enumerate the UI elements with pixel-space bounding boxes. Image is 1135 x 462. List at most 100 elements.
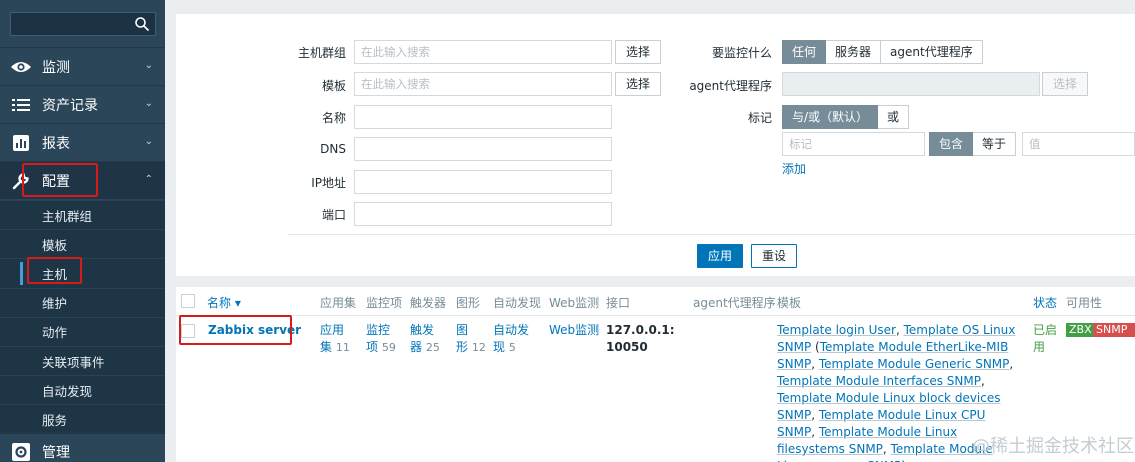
tag-operator-segmented: 包含 等于 <box>929 132 1017 156</box>
nav-administration-label: 管理 <box>42 444 70 461</box>
proxy-label: agent代理程序 <box>689 79 772 93</box>
highlight-box-hosts <box>27 257 82 284</box>
submenu-discovery[interactable]: 自动发现 <box>0 375 165 404</box>
nav-administration[interactable]: 管理 <box>0 432 165 462</box>
monitored-by-segmented: 任何 服务器 agent代理程序 <box>782 40 983 64</box>
select-all-checkbox[interactable] <box>181 294 195 308</box>
port-label: 端口 <box>321 208 346 222</box>
applications-link[interactable]: 应用 集 11 <box>320 322 350 356</box>
column-header-interface: 接口 <box>606 296 631 310</box>
chevron-down-icon: ⌄ <box>144 136 153 147</box>
items-link[interactable]: 监控 项 59 <box>366 322 396 356</box>
submenu-services[interactable]: 服务 <box>0 404 165 433</box>
name-input[interactable] <box>354 105 612 129</box>
graphs-count: 12 <box>471 341 486 354</box>
tags-label: 标记 <box>747 111 772 125</box>
availability-zbx-badge: ZBX <box>1066 323 1095 337</box>
list-icon <box>10 94 32 116</box>
submenu-host-groups[interactable]: 主机群组 <box>0 200 165 229</box>
search-icon[interactable] <box>134 16 150 32</box>
items-count: 59 <box>381 341 396 354</box>
dns-label: DNS <box>320 142 346 156</box>
applications-count: 11 <box>335 341 350 354</box>
gear-icon <box>10 441 32 462</box>
reset-button[interactable]: 重设 <box>751 244 797 268</box>
ip-input[interactable] <box>354 170 612 194</box>
column-header-name[interactable]: 名称 ▾ <box>207 294 241 311</box>
column-header-status[interactable]: 状态 <box>1033 294 1057 311</box>
tag-name-input[interactable]: 标记 <box>782 132 925 156</box>
graphs-link[interactable]: 图 形 12 <box>456 322 486 356</box>
tags-mode-segmented: 与/或（默认） 或 <box>782 105 910 129</box>
proxy-select-button[interactable]: 选择 <box>1042 72 1088 96</box>
ip-label: IP地址 <box>311 176 346 190</box>
interface-value: 127.0.0.1: 10050 <box>606 323 675 354</box>
highlight-box-configuration <box>22 163 98 197</box>
column-header-templates: 模板 <box>777 296 802 310</box>
tag-operator-equals[interactable]: 等于 <box>973 132 1017 156</box>
eye-icon <box>10 56 32 78</box>
monitored-by-any[interactable]: 任何 <box>782 40 827 64</box>
nav-monitoring[interactable]: 监测 ⌄ <box>0 47 165 85</box>
column-header-applications: 应用集 <box>320 296 357 310</box>
monitored-by-label: 要监控什么 <box>711 46 772 60</box>
nav-inventory-label: 资产记录 <box>42 97 98 114</box>
chevron-up-icon: ⌃ <box>144 174 153 185</box>
submenu-maintenance[interactable]: 维护 <box>0 287 165 317</box>
triggers-count: 25 <box>425 341 440 354</box>
column-header-web: Web监测 <box>549 296 600 310</box>
configuration-submenu: 主机群组 模板 主机 维护 动作 关联项事件 自动发现 服务 <box>0 200 165 434</box>
chevron-down-icon: ⌄ <box>144 98 153 109</box>
watermark: @稀土掘金技术社区 <box>972 436 1134 457</box>
port-input[interactable] <box>354 202 612 226</box>
nav-inventory[interactable]: 资产记录 ⌄ <box>0 85 165 123</box>
tags-mode-or[interactable]: 或 <box>878 105 910 129</box>
submenu-event-correlation[interactable]: 关联项事件 <box>0 345 165 375</box>
column-header-items: 监控项 <box>366 296 403 310</box>
templates-select-button[interactable]: 选择 <box>615 72 661 96</box>
host-groups-label: 主机群组 <box>297 46 346 60</box>
apply-button[interactable]: 应用 <box>697 244 743 268</box>
nav-reports[interactable]: 报表 ⌄ <box>0 123 165 161</box>
submenu-actions[interactable]: 动作 <box>0 316 165 346</box>
dns-input[interactable] <box>354 137 612 161</box>
discovery-count: 5 <box>508 341 516 354</box>
filter-panel: 主机群组 在此输入搜索 选择 模板 在此输入搜索 选择 名称 DNS IP地址 … <box>176 14 1135 276</box>
bar-chart-icon <box>10 132 32 154</box>
column-header-triggers: 触发器 <box>410 296 447 310</box>
nav-monitoring-label: 监测 <box>42 59 70 76</box>
nav-reports-label: 报表 <box>42 135 70 152</box>
highlight-box-host-name <box>179 315 292 345</box>
filter-divider <box>288 234 1135 235</box>
tags-mode-and-or[interactable]: 与/或（默认） <box>782 105 879 129</box>
column-header-availability: 可用性 <box>1066 296 1103 310</box>
template-link[interactable]: Template login User <box>777 323 896 337</box>
sidebar: 监测 ⌄ 资产记录 ⌄ 报表 ⌄ 配置 ⌃ 主机群组 模板 主机 维护 动作 关… <box>0 0 165 462</box>
triggers-link[interactable]: 触发 器 25 <box>410 322 440 356</box>
header-divider <box>176 315 1135 316</box>
template-link[interactable]: Template Module Generic SNMP <box>819 357 1010 371</box>
chevron-down-icon: ⌄ <box>144 60 153 71</box>
templates-input[interactable]: 在此输入搜索 <box>354 72 612 96</box>
availability-snmp-badge: SNMP <box>1093 323 1135 337</box>
host-groups-select-button[interactable]: 选择 <box>615 40 661 64</box>
tag-operator-contains[interactable]: 包含 <box>929 132 974 156</box>
column-header-proxy: agent代理程序 <box>693 296 776 310</box>
add-tag-link[interactable]: 添加 <box>782 160 806 177</box>
web-link[interactable]: Web监测 <box>549 322 599 339</box>
template-link[interactable]: Template Module Interfaces SNMP <box>777 374 981 388</box>
host-groups-input[interactable]: 在此输入搜索 <box>354 40 612 64</box>
submenu-hosts[interactable]: 主机 <box>0 258 165 287</box>
proxy-input[interactable] <box>782 72 1040 96</box>
column-header-discovery: 自动发现 <box>493 296 542 310</box>
tag-value-input[interactable]: 值 <box>1022 132 1135 156</box>
templates-label: 模板 <box>321 79 346 93</box>
column-header-graphs: 图形 <box>456 296 481 310</box>
monitored-by-server[interactable]: 服务器 <box>826 40 882 64</box>
monitored-by-proxy[interactable]: agent代理程序 <box>881 40 983 64</box>
discovery-link[interactable]: 自动发 现 5 <box>493 322 529 356</box>
submenu-templates[interactable]: 模板 <box>0 229 165 258</box>
sidebar-search-input[interactable] <box>10 12 156 36</box>
name-label: 名称 <box>321 111 346 125</box>
status-link[interactable]: 已启 用 <box>1033 322 1057 356</box>
